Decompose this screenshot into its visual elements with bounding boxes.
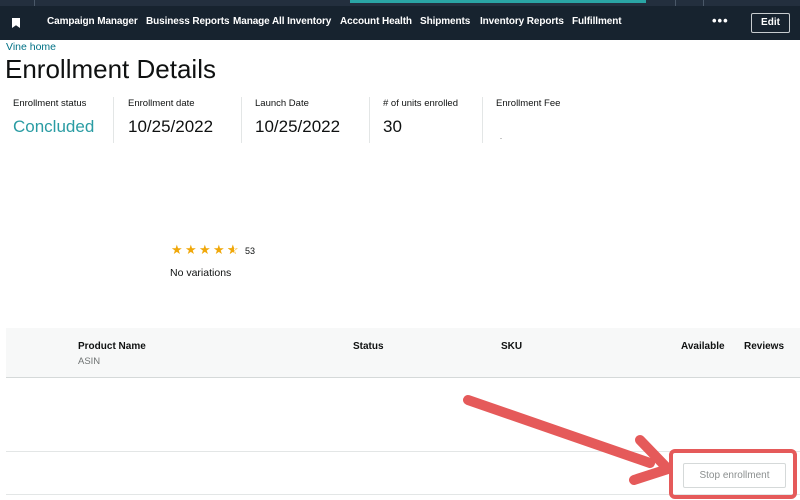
column-header-reviews[interactable]: Reviews xyxy=(744,341,784,352)
stat-label: Enrollment status xyxy=(13,98,87,109)
page: Campaign Manager Business Reports Manage… xyxy=(0,0,800,500)
star-half-icon: ☆ ★ xyxy=(227,242,239,257)
more-menu-icon[interactable]: ••• xyxy=(712,13,729,28)
breadcrumb-vine-home[interactable]: Vine home xyxy=(6,41,56,53)
nav-item-inventory-reports[interactable]: Inventory Reports xyxy=(480,16,564,27)
edit-button[interactable]: Edit xyxy=(751,13,790,33)
column-header-product-name[interactable]: Product Name xyxy=(78,341,146,352)
stat-label: Enrollment date xyxy=(128,98,195,109)
stat-label: # of units enrolled xyxy=(383,98,458,109)
table-header: Product Name ASIN Status SKU Available R… xyxy=(6,328,800,378)
stat-enrollment-date: Enrollment date 10/25/2022 xyxy=(128,98,213,144)
stat-units-enrolled: # of units enrolled 30 xyxy=(383,98,458,144)
top-accent-bar xyxy=(350,0,646,3)
launch-date-value: 10/25/2022 xyxy=(255,117,341,136)
star-rating[interactable]: ★ ★ ★ ★ ☆ ★ xyxy=(171,243,241,256)
column-header-status[interactable]: Status xyxy=(353,341,384,352)
nav-item-account-health[interactable]: Account Health xyxy=(340,16,412,27)
fee-placeholder-mark xyxy=(500,138,502,139)
stat-label: Enrollment Fee xyxy=(496,98,561,109)
stat-divider xyxy=(482,97,483,143)
top-navbar: Campaign Manager Business Reports Manage… xyxy=(0,6,800,40)
page-title: Enrollment Details xyxy=(5,54,216,84)
enrollment-date-value: 10/25/2022 xyxy=(128,117,214,136)
nav-item-campaign-manager[interactable]: Campaign Manager xyxy=(47,16,138,27)
stop-enrollment-button[interactable]: Stop enrollment xyxy=(683,463,786,488)
stat-enrollment-status: Enrollment status Concluded xyxy=(13,98,94,144)
column-subheader-asin: ASIN xyxy=(78,356,101,367)
stat-launch-date: Launch Date 10/25/2022 xyxy=(255,98,340,144)
column-header-available[interactable]: Available xyxy=(681,341,725,352)
stat-enrollment-fee: Enrollment Fee xyxy=(496,98,560,144)
bookmark-icon[interactable] xyxy=(12,18,20,28)
column-header-sku[interactable]: SKU xyxy=(501,341,522,352)
nav-item-fulfillment[interactable]: Fulfillment xyxy=(572,16,622,27)
stat-divider xyxy=(241,97,242,143)
nav-item-business-reports[interactable]: Business Reports xyxy=(146,16,230,27)
nav-item-manage-all-inventory[interactable]: Manage All Inventory xyxy=(233,16,331,27)
variations-text: No variations xyxy=(170,267,232,279)
units-enrolled-value: 30 xyxy=(383,117,402,136)
nav-item-shipments[interactable]: Shipments xyxy=(420,16,470,27)
star-full-icon: ★ xyxy=(171,242,183,257)
star-full-icon: ★ xyxy=(213,242,225,257)
stat-divider xyxy=(113,97,114,143)
stat-label: Launch Date xyxy=(255,98,309,109)
review-count[interactable]: 53 xyxy=(245,246,255,256)
star-full-icon: ★ xyxy=(185,242,197,257)
status-value: Concluded xyxy=(13,117,95,136)
stat-divider xyxy=(369,97,370,143)
star-full-icon: ★ xyxy=(199,242,211,257)
